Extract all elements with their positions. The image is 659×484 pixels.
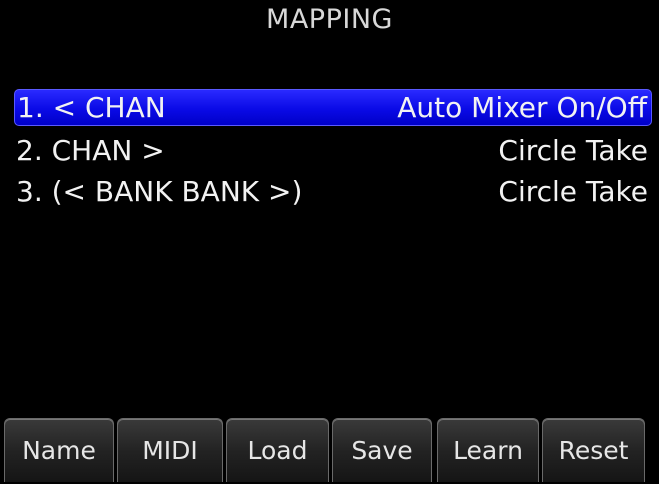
mapping-control-label: 1. < CHAN bbox=[17, 91, 166, 124]
mapping-row-3[interactable]: 3. (< BANK BANK >) Circle Take bbox=[14, 171, 652, 212]
load-button[interactable]: Load bbox=[226, 418, 329, 482]
name-button[interactable]: Name bbox=[4, 418, 114, 482]
page-title: MAPPING bbox=[266, 4, 393, 35]
mapping-list: 1. < CHAN Auto Mixer On/Off 2. CHAN > Ci… bbox=[14, 89, 652, 212]
mapping-control-label: 2. CHAN > bbox=[16, 134, 165, 167]
mapping-screen: MAPPING 1. < CHAN Auto Mixer On/Off 2. C… bbox=[0, 0, 659, 483]
mapping-row-2[interactable]: 2. CHAN > Circle Take bbox=[14, 130, 652, 171]
mapping-action-label: Auto Mixer On/Off bbox=[397, 91, 647, 124]
learn-button[interactable]: Learn bbox=[437, 418, 539, 482]
mapping-action-label: Circle Take bbox=[498, 175, 648, 208]
mapping-control-label: 3. (< BANK BANK >) bbox=[16, 175, 303, 208]
reset-button[interactable]: Reset bbox=[542, 418, 645, 482]
softkey-toolbar: Name MIDI Load Save Learn Reset bbox=[4, 418, 654, 484]
mapping-row-1[interactable]: 1. < CHAN Auto Mixer On/Off bbox=[14, 89, 652, 126]
mapping-action-label: Circle Take bbox=[498, 134, 648, 167]
save-button[interactable]: Save bbox=[332, 418, 432, 482]
midi-button[interactable]: MIDI bbox=[117, 418, 223, 482]
